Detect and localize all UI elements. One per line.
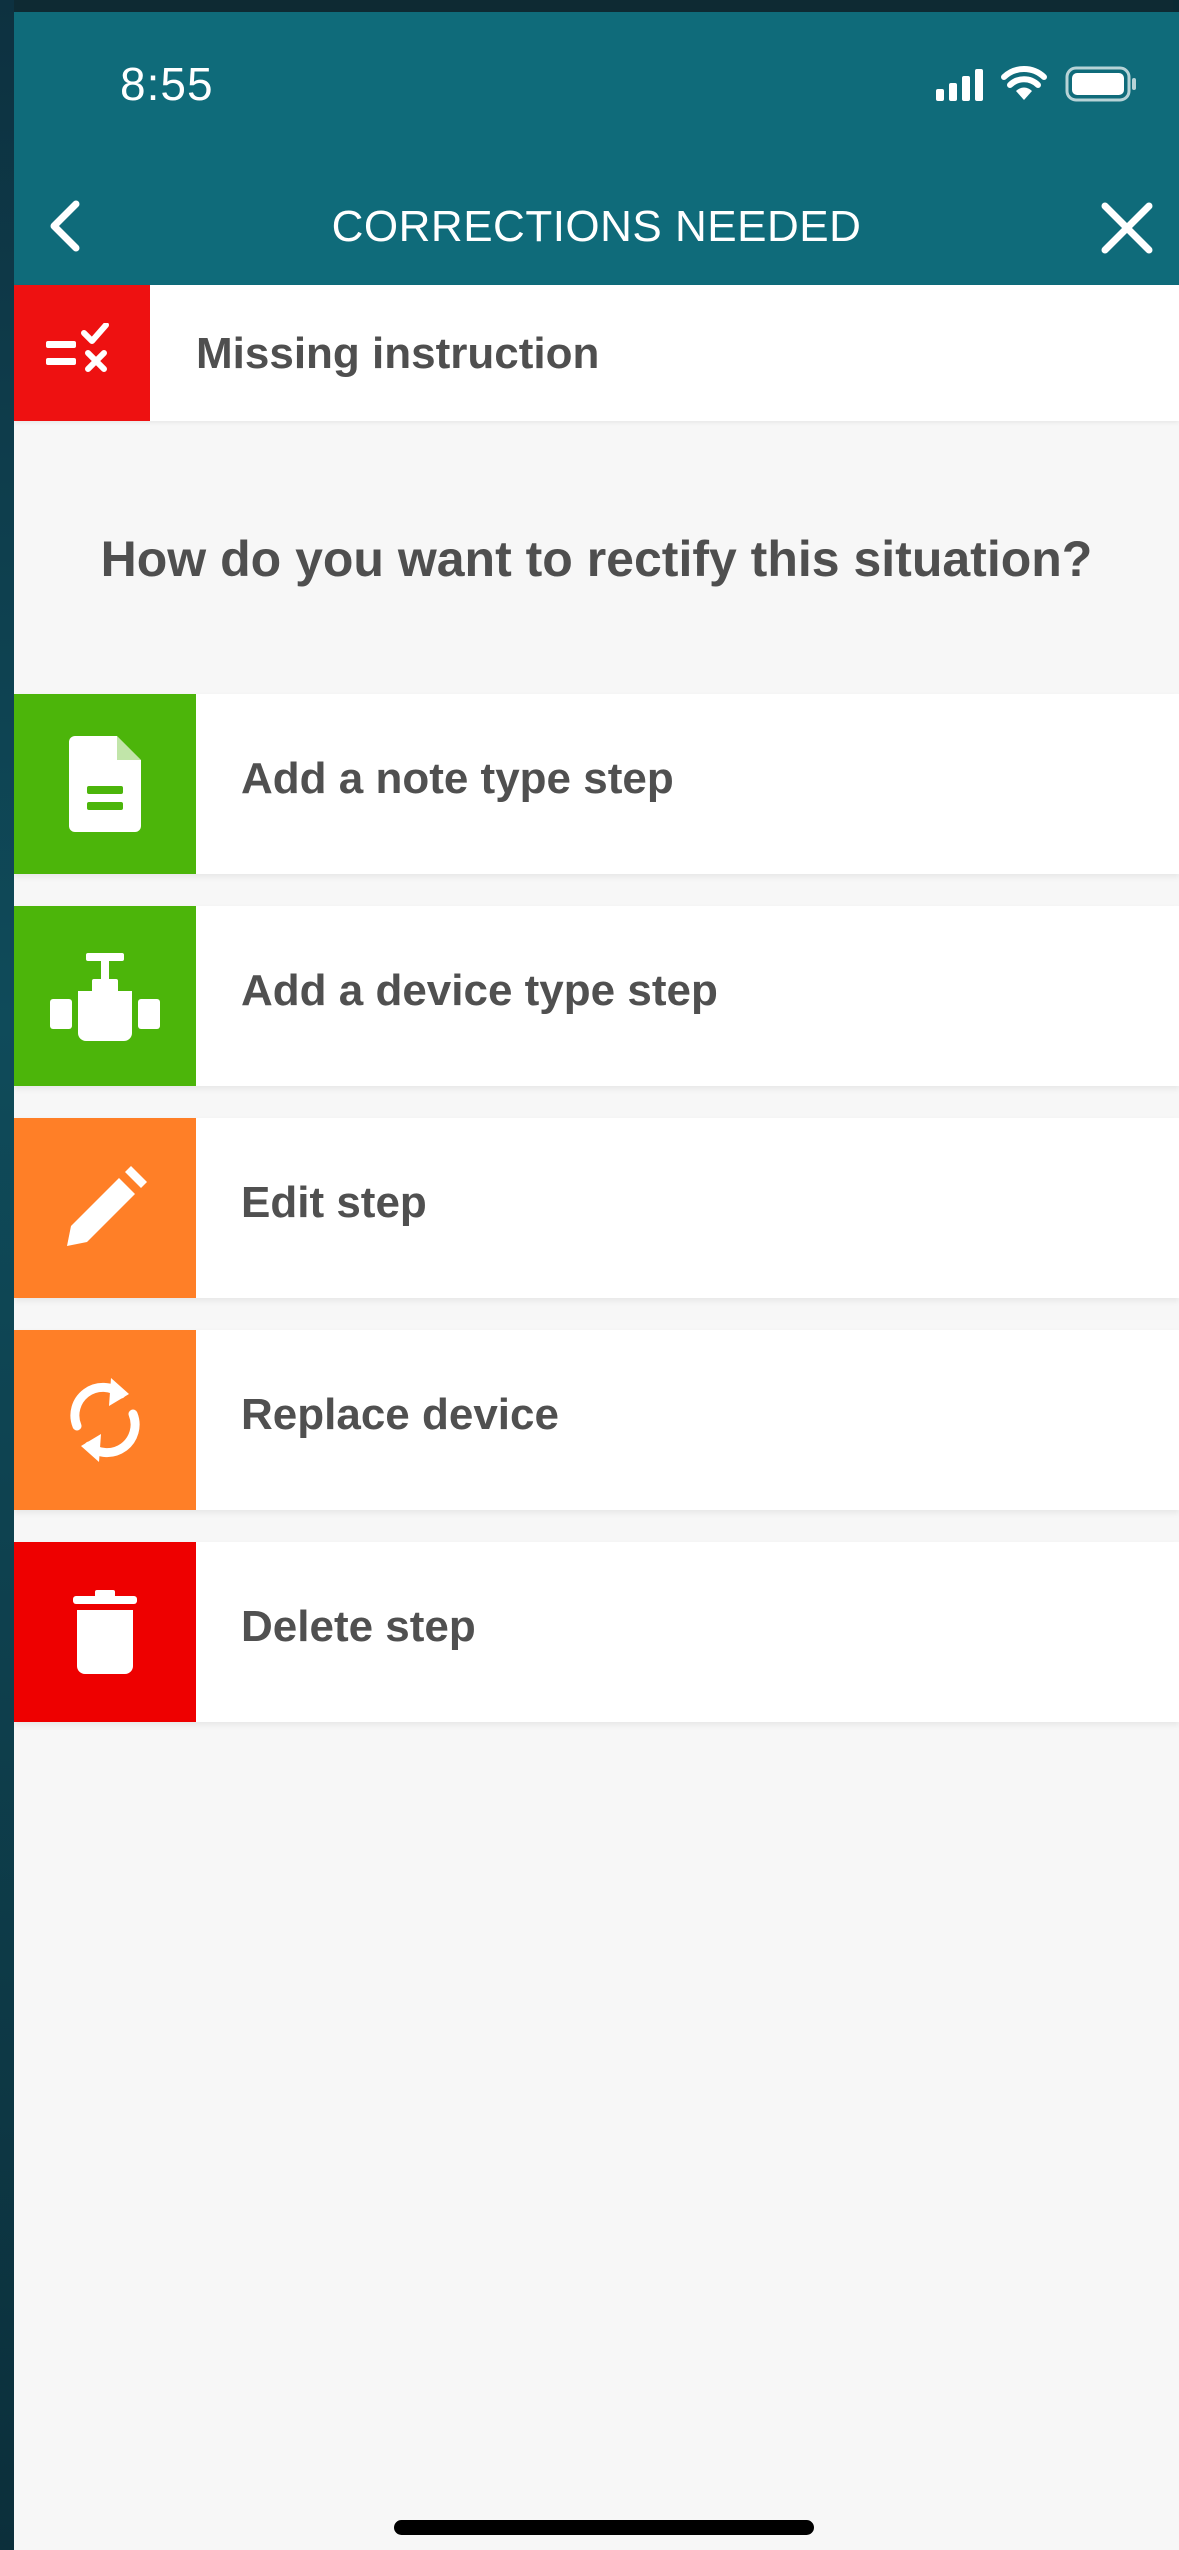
option-add-note-step[interactable]: Add a note type step — [14, 694, 1179, 874]
nav-bar: CORRECTIONS NEEDED — [14, 172, 1179, 282]
option-label: Delete step — [241, 1602, 476, 1651]
option-replace-device[interactable]: Replace device — [14, 1330, 1179, 1510]
cellular-signal-icon — [936, 67, 983, 101]
option-icon-box — [14, 906, 196, 1086]
close-icon[interactable] — [1097, 198, 1157, 258]
refresh-icon — [70, 1378, 140, 1462]
status-time: 8:55 — [120, 58, 214, 110]
issue-icon-box — [14, 285, 150, 421]
question-heading: How do you want to rectify this situatio… — [100, 531, 1093, 587]
option-label: Edit step — [241, 1178, 427, 1227]
pencil-icon — [67, 1166, 147, 1246]
wifi-icon — [1001, 66, 1047, 100]
trash-icon — [73, 1590, 137, 1674]
option-icon-box — [14, 1118, 196, 1298]
option-icon-box — [14, 694, 196, 874]
header: 8:55 CORRECTIONS NEEDED — [14, 12, 1179, 285]
status-icons — [936, 64, 1139, 104]
page-title: CORRECTIONS NEEDED — [331, 202, 862, 251]
note-icon — [69, 736, 141, 832]
valve-icon — [50, 953, 160, 1041]
option-icon-box — [14, 1542, 196, 1722]
home-indicator[interactable] — [394, 2520, 814, 2535]
app-screen: 8:55 CORRECTIONS NEEDED Missing instruct… — [14, 12, 1179, 2550]
option-add-device-step[interactable]: Add a device type step — [14, 906, 1179, 1086]
option-icon-box — [14, 1330, 196, 1510]
option-label: Add a device type step — [241, 966, 718, 1015]
option-label: Replace device — [241, 1390, 559, 1439]
battery-icon — [1065, 66, 1136, 102]
checklist-error-icon — [46, 323, 109, 372]
option-label: Add a note type step — [241, 754, 674, 803]
option-delete-step[interactable]: Delete step — [14, 1542, 1179, 1722]
option-edit-step[interactable]: Edit step — [14, 1118, 1179, 1298]
background-edge-left — [0, 0, 14, 2550]
issue-label: Missing instruction — [196, 329, 600, 378]
issue-row: Missing instruction — [14, 285, 1179, 421]
